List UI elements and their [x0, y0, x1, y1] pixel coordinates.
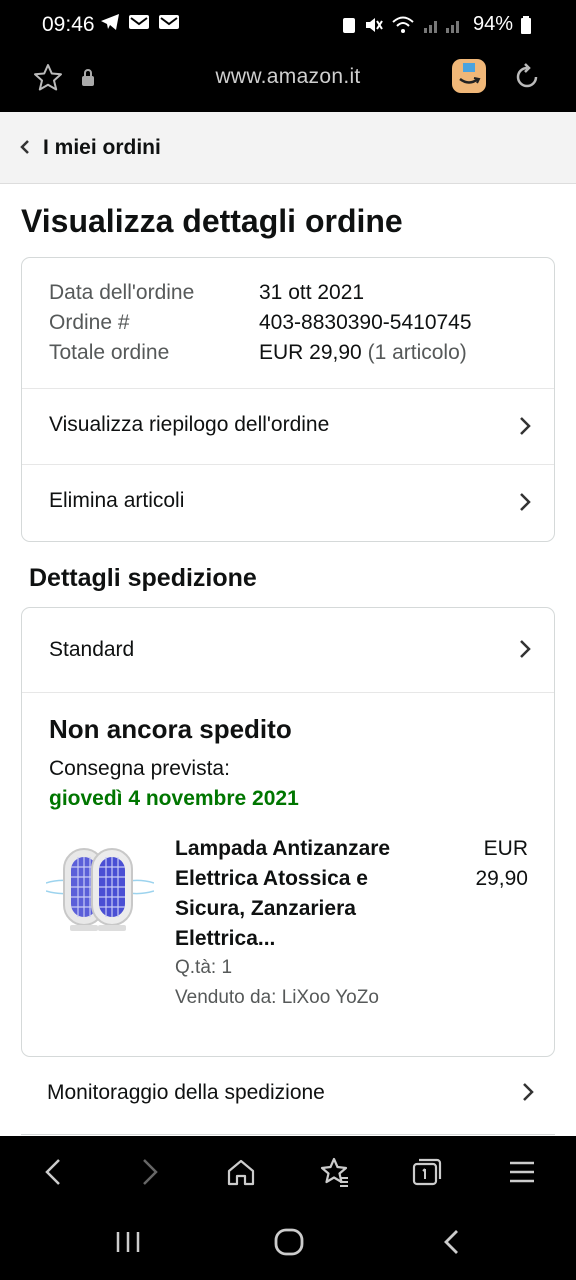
order-total-value: EUR 29,90 (1 articolo)	[259, 341, 467, 365]
alarm-icon	[342, 17, 355, 33]
order-total-items: (1 articolo)	[367, 341, 467, 364]
shipping-method-row[interactable]: Standard	[22, 608, 554, 693]
back-icon[interactable]	[38, 1156, 70, 1188]
delivery-label: Consegna prevista:	[49, 757, 230, 780]
battery-icon	[521, 15, 531, 34]
status-bar: 09:46 94%	[0, 0, 576, 50]
order-number-value: 403-8830390-5410745	[259, 311, 472, 334]
order-total-amount: EUR 29,90	[259, 341, 362, 364]
product-title-line: Lampada Antizanzare	[175, 837, 391, 860]
chevron-right-icon	[520, 640, 531, 658]
breadcrumb[interactable]: I miei ordini	[0, 112, 576, 184]
order-date-label: Data dell'ordine	[49, 281, 195, 304]
order-summary-label: Visualizza riepilogo dell'ordine	[49, 413, 330, 436]
browser-toolbar	[0, 1136, 576, 1208]
order-date-value: 31 ott 2021	[259, 281, 365, 304]
tabs-icon[interactable]	[411, 1156, 443, 1188]
shipping-section-title: Dettagli spedizione	[29, 564, 257, 592]
recents-icon[interactable]	[112, 1226, 144, 1258]
android-nav-bar	[0, 1208, 576, 1280]
telegram-icon	[101, 14, 119, 30]
notification-icons	[100, 13, 180, 31]
refresh-icon[interactable]	[511, 61, 543, 93]
breadcrumb-label[interactable]: I miei ordini	[43, 136, 161, 160]
tracking-label: Monitoraggio della spedizione	[47, 1081, 325, 1104]
battery-level: 94%	[472, 13, 513, 35]
tracking-link[interactable]: Monitoraggio della spedizione	[21, 1057, 555, 1135]
product-title-line: Sicura, Zanzariera	[175, 897, 356, 920]
browser-url-bar: www.amazon.it	[0, 50, 576, 112]
wifi-icon	[392, 16, 414, 33]
price-currency: EUR	[483, 837, 528, 860]
shipment-status: Non ancora spedito	[49, 714, 292, 744]
home-nav-icon[interactable]	[272, 1226, 306, 1258]
order-total-label: Totale ordine	[49, 341, 170, 364]
order-summary-link[interactable]: Visualizza riepilogo dell'ordine	[22, 388, 554, 464]
signal-icon	[423, 20, 459, 33]
home-icon[interactable]	[225, 1156, 257, 1188]
product-title[interactable]: Lampada Antizanzare Elettrica Atossica e…	[175, 834, 415, 954]
bookmarks-icon[interactable]	[318, 1156, 350, 1188]
product-title-line: Elettrica Atossica e	[175, 867, 368, 890]
mail-icon	[129, 15, 149, 29]
order-info-card: Data dell'ordine 31 ott 2021 Ordine # 40…	[21, 257, 555, 542]
amazon-app-icon[interactable]	[452, 59, 486, 93]
page-title: Visualizza dettagli ordine	[21, 203, 403, 239]
mute-icon	[365, 17, 383, 32]
menu-icon[interactable]	[506, 1156, 538, 1188]
back-nav-icon[interactable]	[436, 1226, 468, 1258]
chevron-left-icon	[20, 140, 29, 154]
delete-items-label: Elimina articoli	[49, 489, 185, 512]
delivery-date: giovedì 4 novembre 2021	[49, 787, 299, 810]
chevron-right-icon	[520, 417, 531, 435]
url-text[interactable]: www.amazon.it	[0, 65, 576, 89]
shipping-card: Standard Non ancora spedito Consegna pre…	[21, 607, 555, 1057]
chevron-right-icon	[523, 1083, 534, 1101]
product-quantity: Q.tà: 1	[175, 957, 233, 978]
product-title-line: Elettrica...	[175, 927, 276, 950]
status-time: 09:46	[42, 13, 95, 36]
product-seller: Venduto da: LiXoo YoZo	[175, 987, 379, 1008]
product-image[interactable]	[45, 843, 155, 935]
shipping-method-label: Standard	[49, 638, 135, 661]
price-value: 29,90	[475, 867, 528, 890]
delete-items-link[interactable]: Elimina articoli	[22, 464, 554, 540]
order-number-label: Ordine #	[49, 311, 130, 334]
forward-icon[interactable]	[133, 1156, 165, 1188]
chevron-right-icon	[520, 493, 531, 511]
system-icons: 94%	[341, 13, 532, 36]
product-price: EUR 29,90	[438, 834, 528, 894]
mail-icon	[159, 15, 179, 29]
